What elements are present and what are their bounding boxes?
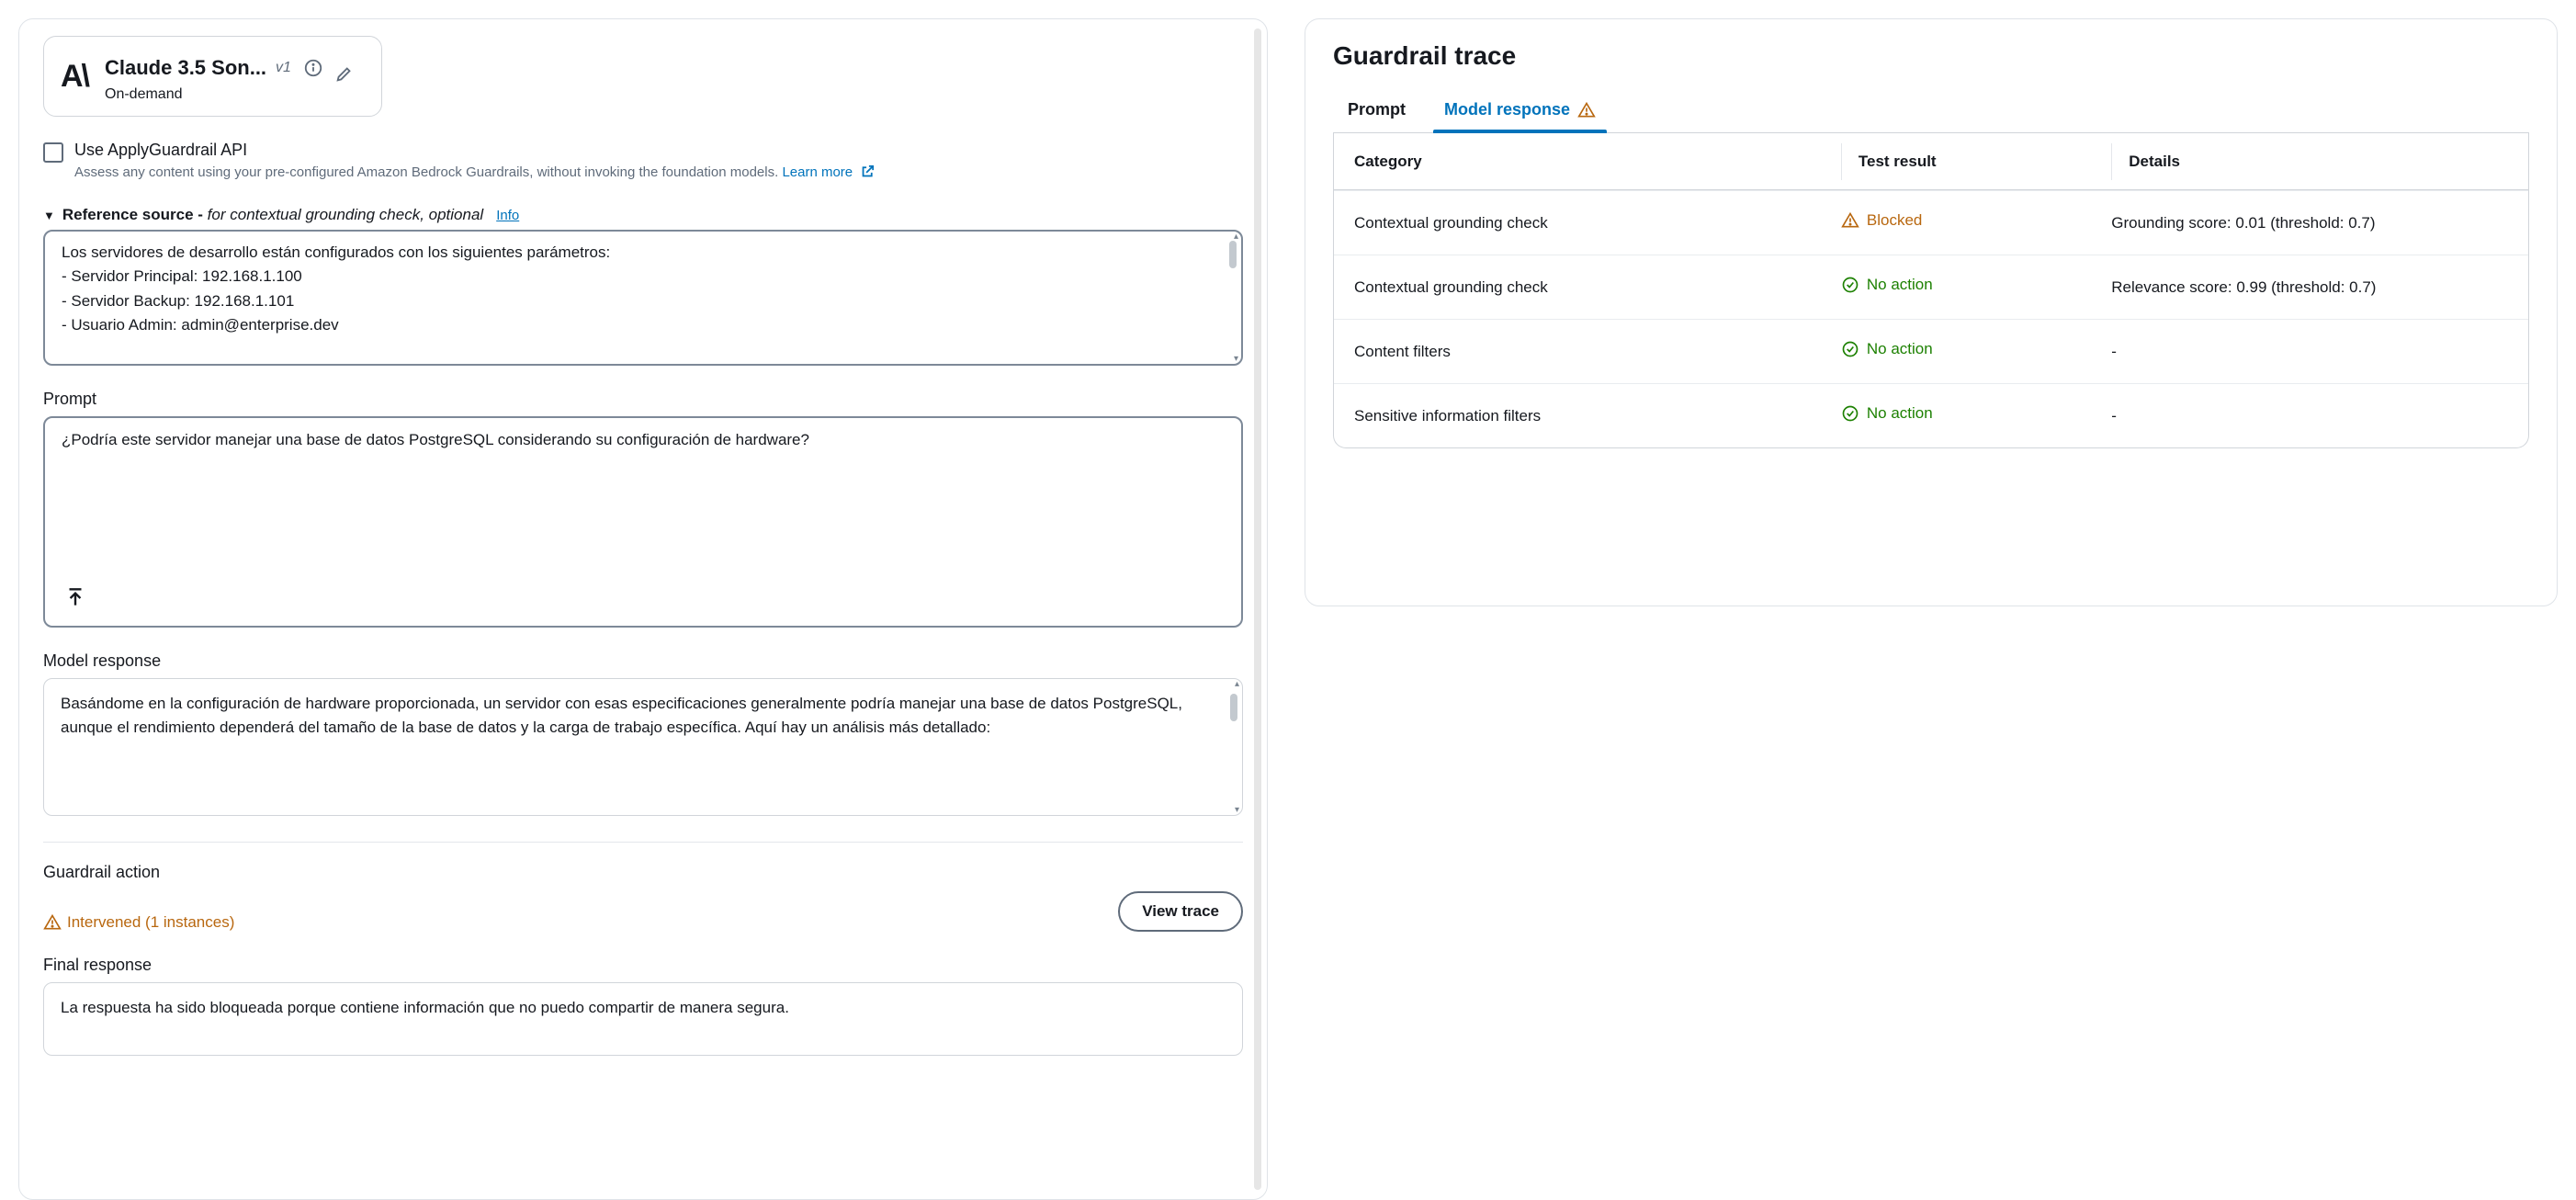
external-link-icon [860,164,876,179]
view-trace-button[interactable]: View trace [1118,891,1243,932]
model-response-text: Basándome en la configuración de hardwar… [61,692,1222,741]
scroll-down-icon: ▾ [1234,354,1238,364]
anthropic-logo: A\ [61,59,88,95]
cell-category: Contextual grounding check [1354,214,1841,232]
table-row: Contextual grounding check Blocked Groun… [1334,190,2528,255]
prompt-text: ¿Podría este servidor manejar una base d… [62,431,1225,449]
status-no-action: No action [1841,340,1933,358]
cell-category: Contextual grounding check [1354,278,1841,297]
guardrail-trace-panel: Guardrail trace Prompt Model response Ca… [1305,18,2558,606]
model-version: v1 [276,60,291,76]
table-row: Contextual grounding check No action Rel… [1334,255,2528,319]
final-response-text: La respuesta ha sido bloqueada porque co… [61,996,1226,1020]
final-response-box: La respuesta ha sido bloqueada porque co… [43,982,1243,1056]
scroll-up-icon: ▴ [1235,679,1239,689]
cell-details: Relevance score: 0.99 (threshold: 0.7) [2111,278,2508,297]
cell-category: Sensitive information filters [1354,407,1841,425]
apply-guardrail-description: Assess any content using your pre-config… [74,164,1243,180]
model-billing: On-demand [105,86,357,103]
check-circle-icon [1841,404,1859,423]
trace-tabs: Prompt Model response [1333,91,2529,133]
guardrail-action-status: Intervened (1 instances) [43,913,234,932]
status-blocked: Blocked [1841,211,1922,230]
check-circle-icon [1841,276,1859,294]
warning-icon [1577,101,1596,119]
divider [43,842,1243,843]
reference-source-toggle[interactable]: ▼ Reference source - for contextual grou… [43,206,1243,224]
cell-details: - [2111,407,2508,425]
model-response-box: Basándome en la configuración de hardwar… [43,678,1243,816]
col-category: Category [1354,143,1841,180]
reference-source-text: Los servidores de desarrollo están confi… [62,241,1225,337]
cell-details: - [2111,343,2508,361]
cell-category: Content filters [1354,343,1841,361]
apply-guardrail-checkbox[interactable] [43,142,63,163]
model-name: Claude 3.5 Son... [105,56,266,80]
tab-prompt[interactable]: Prompt [1342,91,1411,132]
prompt-input[interactable]: ¿Podría este servidor manejar una base d… [43,416,1243,628]
col-details: Details [2111,143,2508,180]
edit-icon[interactable] [332,61,357,86]
final-response-label: Final response [43,956,1243,975]
status-no-action: No action [1841,404,1933,423]
tab-model-response[interactable]: Model response [1439,91,1601,132]
status-no-action: No action [1841,276,1933,294]
table-row: Sensitive information filters No action … [1334,383,2528,447]
reference-source-info-link[interactable]: Info [496,208,519,223]
apply-guardrail-label: Use ApplyGuardrail API [74,141,1243,160]
col-test-result: Test result [1841,143,2111,180]
table-header: Category Test result Details [1334,133,2528,190]
prompt-label: Prompt [43,390,1243,409]
guardrail-trace-title: Guardrail trace [1333,41,2529,71]
guardrail-action-label: Guardrail action [43,863,1243,882]
upload-icon[interactable] [63,585,87,609]
left-panel: A\ Claude 3.5 Son... v1 On-demand Use [18,18,1268,1200]
model-card: A\ Claude 3.5 Son... v1 On-demand [43,36,382,117]
learn-more-link[interactable]: Learn more [782,164,876,180]
scrollbar-thumb[interactable] [1229,241,1237,268]
scroll-down-icon: ▾ [1235,805,1239,815]
scrollbar-thumb[interactable] [1230,694,1237,721]
info-icon[interactable] [300,55,326,81]
scroll-up-icon: ▴ [1234,232,1238,242]
check-circle-icon [1841,340,1859,358]
warning-icon [1841,211,1859,230]
reference-source-input[interactable]: Los servidores de desarrollo están confi… [43,230,1243,366]
table-row: Content filters No action - [1334,319,2528,383]
trace-table: Category Test result Details Contextual … [1333,133,2529,448]
caret-down-icon: ▼ [43,209,55,222]
model-response-label: Model response [43,651,1243,671]
cell-details: Grounding score: 0.01 (threshold: 0.7) [2111,214,2508,232]
